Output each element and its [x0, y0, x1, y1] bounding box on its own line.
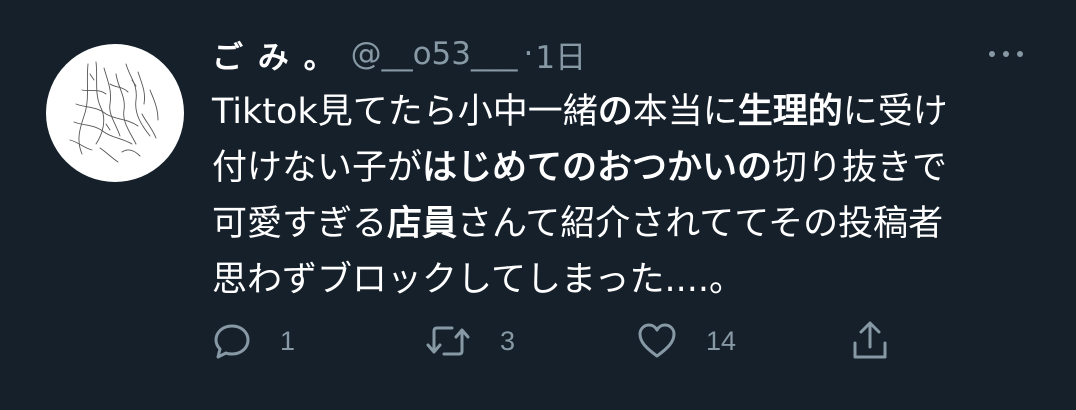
display-name[interactable]: ご み 。	[212, 32, 337, 77]
tweet-text-line: 可愛すぎる店員さんて紹介されててその投稿者	[212, 196, 1042, 252]
avatar[interactable]	[46, 44, 184, 182]
retweet-count: 3	[500, 325, 516, 356]
tweet-text-segment: 可愛すぎる	[212, 204, 388, 244]
tweet-text-segment: 思わずブロックしてしまった....。	[212, 260, 745, 300]
tweet-text-segment: 付けない子が	[212, 148, 423, 188]
tweet-text-line: 付けない子がはじめてのおつかいの切り抜きで	[212, 140, 1042, 196]
tweet-text-segment: Tiktok見てたら小中一緒	[212, 92, 598, 132]
tweet-text-segment: 切り抜きで	[772, 148, 948, 188]
tweet-text-line: 思わずブロックしてしまった....。	[212, 252, 1042, 308]
retweet-button[interactable]: 3	[424, 316, 515, 366]
more-dots-icon[interactable]	[984, 44, 1028, 64]
reply-count: 1	[280, 325, 296, 356]
tweet-text-segment: 本当に	[632, 92, 738, 132]
action-bar: 1 3 14	[212, 316, 912, 366]
tweet-text-bold-segment: はじめてのおつかいの	[422, 148, 773, 188]
share-button[interactable]	[850, 316, 890, 366]
tweet-text-bold-segment: の	[597, 92, 633, 132]
reply-button[interactable]: 1	[212, 316, 295, 366]
tweet-header: ご み 。 @__o53___ · 1日	[212, 32, 586, 76]
retweet-icon	[424, 321, 472, 361]
user-handle[interactable]: @__o53___	[351, 36, 518, 72]
timestamp[interactable]: 1日	[535, 32, 586, 77]
tweet-text: Tiktok見てたら小中一緒の本当に生理的に受け 付けない子がはじめてのおつかいの…	[212, 84, 1042, 308]
heart-icon	[636, 321, 678, 361]
avatar-sketch-image	[69, 61, 159, 163]
tweet-text-bold-segment: 生理的	[737, 92, 843, 132]
tweet-text-segment: さんて紹介されててその投稿者	[457, 204, 944, 244]
like-button[interactable]: 14	[636, 316, 736, 366]
tweet-card[interactable]: ご み 。 @__o53___ · 1日 Tiktok見てたら小中一緒の本当に生…	[0, 0, 1076, 410]
tweet-text-bold-segment: 店員	[387, 204, 458, 244]
reply-bubble-icon	[212, 321, 252, 361]
tweet-text-segment: に受け	[842, 92, 948, 132]
tweet-text-line: Tiktok見てたら小中一緒の本当に生理的に受け	[212, 84, 1042, 140]
separator-dot: ·	[523, 36, 534, 72]
share-icon	[850, 319, 890, 363]
like-count: 14	[706, 325, 737, 356]
